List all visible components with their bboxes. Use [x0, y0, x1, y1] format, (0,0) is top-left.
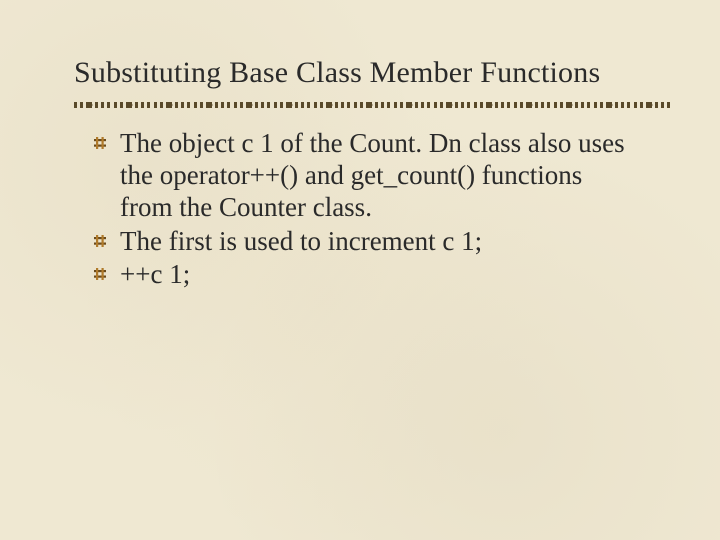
list-item: The object c 1 of the Count. Dn class al… [92, 128, 640, 224]
bullet-list: The object c 1 of the Count. Dn class al… [92, 128, 650, 291]
hash-bullet-icon [92, 233, 108, 249]
hash-bullet-icon [92, 266, 108, 282]
slide: Substituting Base Class Member Functions… [0, 0, 720, 540]
list-item-text: The first is used to increment c 1; [120, 226, 482, 256]
slide-content: The object c 1 of the Count. Dn class al… [70, 128, 650, 291]
hash-bullet-icon [92, 135, 108, 151]
list-item-text: ++c 1; [120, 259, 190, 289]
list-item: ++c 1; [92, 259, 640, 291]
list-item-text: The object c 1 of the Count. Dn class al… [120, 128, 625, 222]
title-divider [74, 102, 674, 108]
list-item: The first is used to increment c 1; [92, 226, 640, 258]
slide-title: Substituting Base Class Member Functions [74, 56, 650, 90]
